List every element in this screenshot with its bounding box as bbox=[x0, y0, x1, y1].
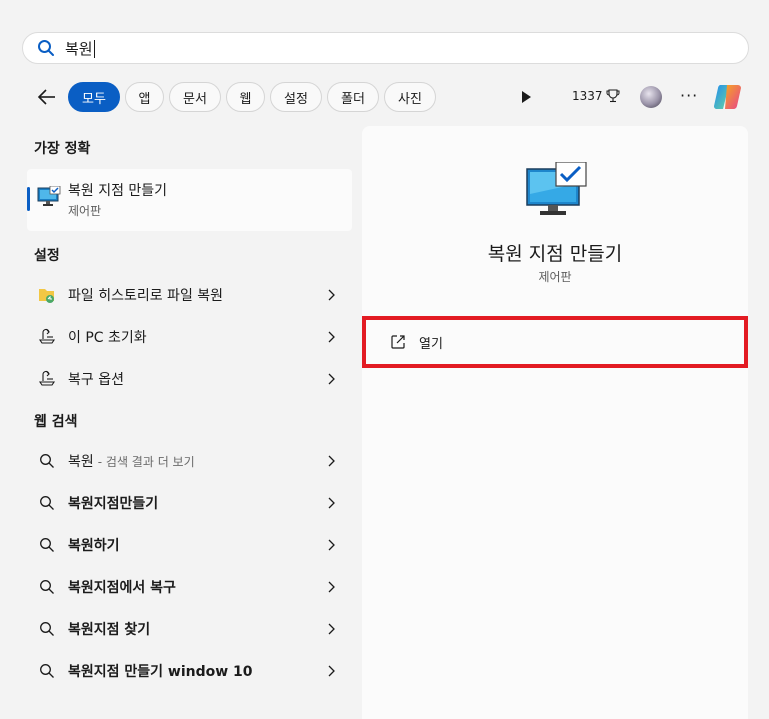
back-arrow-icon[interactable] bbox=[36, 86, 58, 108]
search-icon bbox=[37, 493, 57, 513]
filter-apps[interactable]: 앱 bbox=[125, 82, 164, 112]
search-icon bbox=[37, 451, 57, 471]
file-history-icon bbox=[37, 285, 57, 305]
rewards-points[interactable]: 1337 bbox=[572, 89, 620, 103]
restore-point-icon bbox=[526, 162, 587, 215]
web-item-label: 복원지점에서 복구 bbox=[68, 580, 176, 596]
recovery-icon bbox=[37, 369, 57, 389]
search-input[interactable]: 복원 bbox=[65, 38, 95, 59]
web-search-header: 웹 검색 bbox=[34, 414, 78, 430]
points-value: 1337 bbox=[572, 89, 603, 103]
selection-indicator bbox=[27, 187, 30, 211]
restore-point-icon bbox=[37, 185, 61, 212]
best-match-subtitle: 제어판 bbox=[68, 204, 102, 218]
chevron-right-icon bbox=[328, 539, 335, 551]
web-item[interactable]: 복원지점 만들기 window 10 bbox=[27, 653, 352, 689]
detail-title: 복원 지점 만들기 bbox=[487, 243, 623, 265]
web-item[interactable]: 복원하기 bbox=[27, 527, 352, 563]
filter-folders[interactable]: 폴더 bbox=[327, 82, 379, 112]
web-item-label: 복원지점만들기 bbox=[68, 496, 159, 512]
settings-header: 설정 bbox=[34, 248, 60, 264]
filter-bar: 모두 앱 문서 웹 설정 폴더 사진 1337 ··· bbox=[0, 80, 769, 114]
chevron-right-icon bbox=[328, 455, 335, 467]
web-item[interactable]: 복원지점만들기 bbox=[27, 485, 352, 521]
open-external-icon bbox=[391, 335, 405, 349]
web-item-label: 복원지점 만들기 window 10 bbox=[68, 664, 253, 680]
settings-item-label: 파일 히스토리로 파일 복원 bbox=[68, 288, 224, 304]
search-box[interactable]: 복원 bbox=[22, 32, 749, 64]
best-match-item[interactable]: 복원 지점 만들기 제어판 bbox=[27, 169, 352, 231]
chevron-right-icon bbox=[328, 331, 335, 343]
filter-pills: 모두 앱 문서 웹 설정 폴더 사진 bbox=[68, 82, 436, 112]
filter-all[interactable]: 모두 bbox=[68, 82, 120, 112]
open-label: 열기 bbox=[419, 336, 443, 352]
more-options-icon[interactable]: ··· bbox=[680, 86, 698, 105]
settings-item-label: 복구 옵션 bbox=[68, 372, 124, 388]
search-icon bbox=[37, 577, 57, 597]
filter-photos[interactable]: 사진 bbox=[384, 82, 436, 112]
search-icon bbox=[37, 535, 57, 555]
web-item[interactable]: 복원지점에서 복구 bbox=[27, 569, 352, 605]
search-icon bbox=[37, 661, 57, 681]
play-icon[interactable] bbox=[520, 90, 532, 104]
filter-web[interactable]: 웹 bbox=[226, 82, 265, 112]
web-item[interactable]: 복원 - 검색 결과 더 보기 bbox=[27, 443, 352, 479]
search-icon bbox=[38, 40, 54, 56]
web-item-label: 복원 - 검색 결과 더 보기 bbox=[68, 454, 195, 470]
filter-documents[interactable]: 문서 bbox=[169, 82, 221, 112]
chevron-right-icon bbox=[328, 665, 335, 677]
web-item-label: 복원지점 찾기 bbox=[68, 622, 151, 638]
open-button[interactable]: 열기 bbox=[362, 316, 748, 368]
web-item-label: 복원하기 bbox=[68, 538, 120, 554]
best-match-title: 복원 지점 만들기 bbox=[68, 183, 168, 199]
chevron-right-icon bbox=[328, 581, 335, 593]
best-match-header: 가장 정확 bbox=[34, 141, 91, 157]
chevron-right-icon bbox=[328, 289, 335, 301]
copilot-icon[interactable] bbox=[712, 82, 744, 112]
reset-pc-icon bbox=[37, 327, 57, 347]
detail-pane: 복원 지점 만들기 제어판 열기 bbox=[362, 126, 748, 719]
chevron-right-icon bbox=[328, 373, 335, 385]
web-item[interactable]: 복원지점 찾기 bbox=[27, 611, 352, 647]
detail-subtitle: 제어판 bbox=[538, 270, 572, 284]
settings-item-file-history[interactable]: 파일 히스토리로 파일 복원 bbox=[27, 277, 352, 313]
web-item-suffix: - 검색 결과 더 보기 bbox=[97, 455, 195, 469]
chevron-right-icon bbox=[328, 497, 335, 509]
user-avatar[interactable] bbox=[640, 86, 662, 108]
text-caret bbox=[93, 40, 95, 58]
settings-item-label: 이 PC 초기화 bbox=[68, 330, 147, 346]
results-pane: 가장 정확 복원 지점 만들기 제어판 설정 파일 히스토리로 파일 복원 이 … bbox=[22, 126, 354, 719]
search-icon bbox=[37, 619, 57, 639]
settings-item-reset-pc[interactable]: 이 PC 초기화 bbox=[27, 319, 352, 355]
trophy-icon bbox=[606, 89, 620, 103]
settings-item-recovery[interactable]: 복구 옵션 bbox=[27, 361, 352, 397]
chevron-right-icon bbox=[328, 623, 335, 635]
filter-settings[interactable]: 설정 bbox=[270, 82, 322, 112]
